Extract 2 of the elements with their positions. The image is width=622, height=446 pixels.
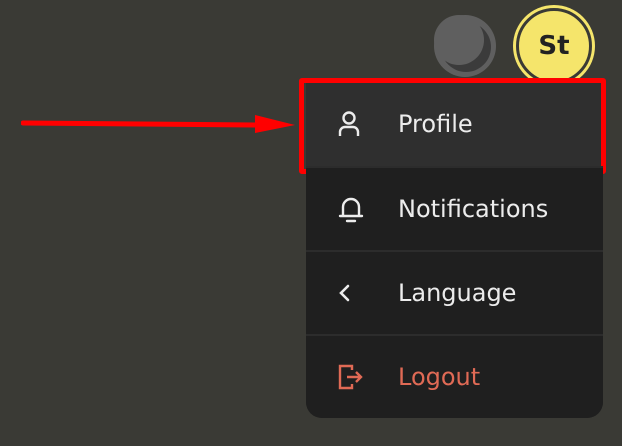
menu-item[interactable]: Profile: [306, 82, 603, 166]
menu-item[interactable]: Logout: [306, 334, 603, 418]
